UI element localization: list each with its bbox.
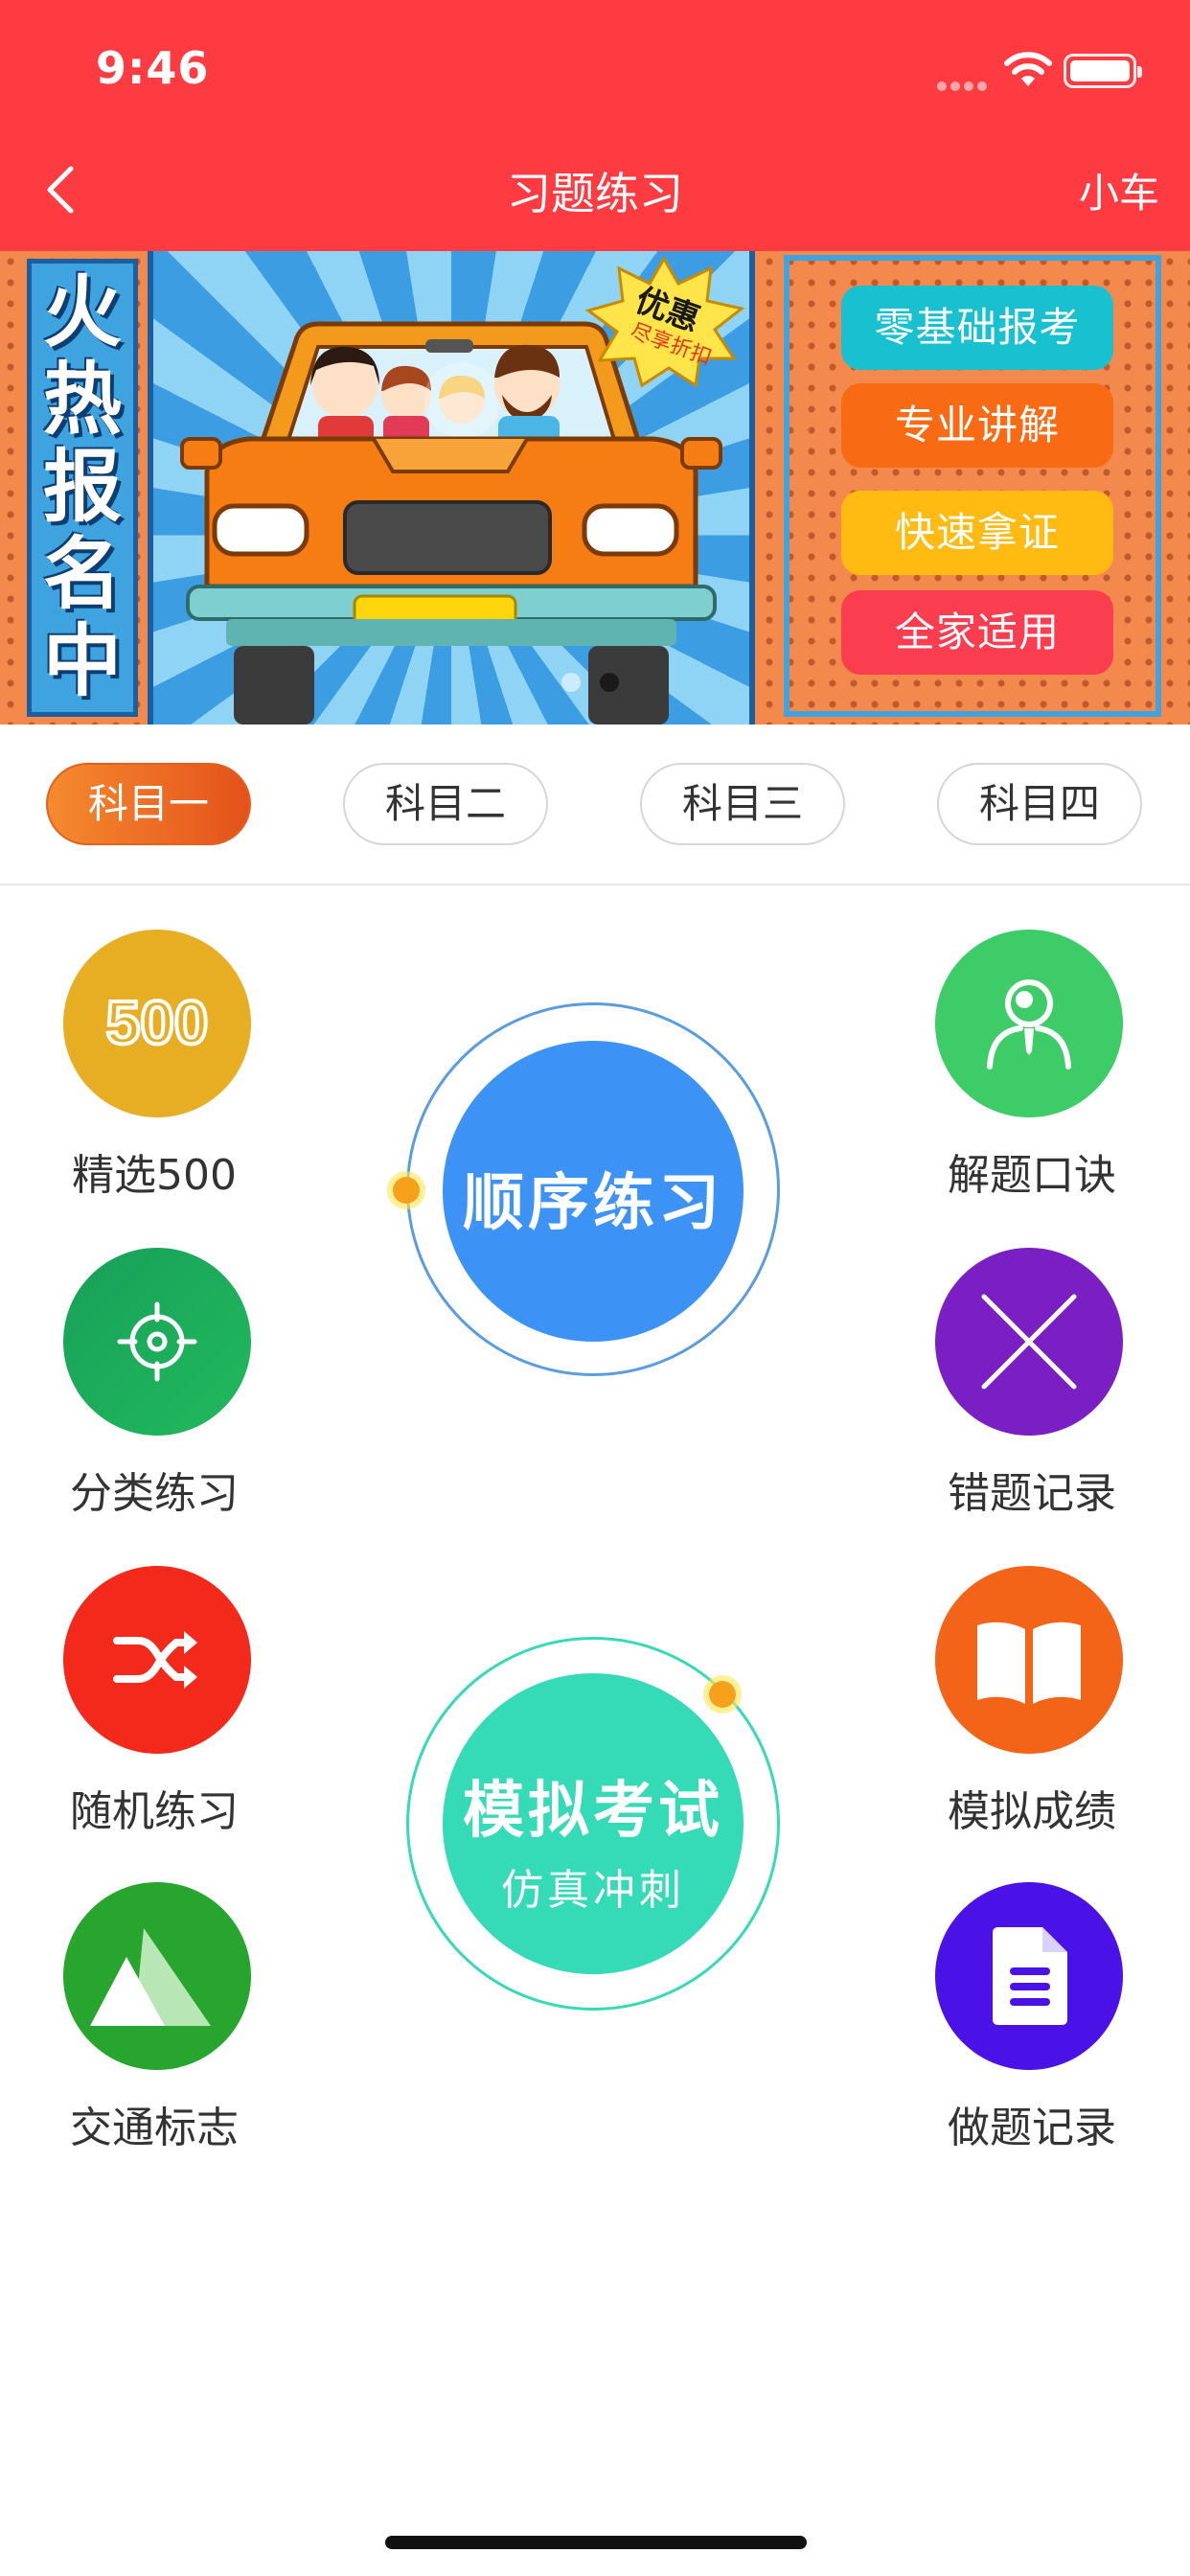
home-indicator[interactable]	[385, 2536, 807, 2549]
practice-history-item[interactable]: 做题记录	[0, 1882, 1123, 2170]
cross-icon	[935, 1248, 1123, 1436]
banner-tag: 零基础报考	[841, 286, 1113, 370]
sequential-practice-button[interactable]: 顺序练习	[443, 1041, 744, 1342]
item-label: 错题记录	[948, 1469, 1116, 1518]
subject-tabs: 科目一 科目二 科目三 科目四	[0, 724, 1190, 886]
tab-subject-1[interactable]: 科目一	[46, 763, 251, 845]
banner-tag: 快速拿证	[841, 491, 1113, 575]
tab-subject-2[interactable]: 科目二	[343, 763, 548, 845]
vehicle-type-button[interactable]: 小车	[1079, 161, 1159, 219]
discount-badge-icon: 优惠 尽享折扣	[584, 255, 745, 388]
person-icon	[935, 930, 1123, 1117]
tab-subject-3[interactable]: 科目三	[640, 763, 845, 845]
banner-tags: 零基础报考 专业讲解 快速拿证 全家适用	[784, 255, 1161, 717]
wrong-questions-item[interactable]: 错题记录	[0, 1248, 1123, 1535]
promo-banner[interactable]: 火 热 报 名 中 优惠 尽享折扣 零基础报考 专业讲解 快速拿证 全家适用	[0, 251, 1190, 724]
mock-scores-item[interactable]: 模拟成绩	[0, 1566, 1123, 1853]
slogan-char: 热	[42, 354, 122, 446]
battery-icon	[1064, 54, 1142, 88]
item-label: 做题记录	[948, 2104, 1116, 2152]
ring-dot-icon	[709, 1681, 736, 1708]
mock-exam-button[interactable]: 模拟考试 仿真冲刺	[443, 1673, 744, 1974]
banner-tag: 全家适用	[841, 590, 1113, 675]
banner-tag: 专业讲解	[841, 383, 1113, 468]
slogan-char: 名	[42, 529, 122, 621]
tab-subject-4[interactable]: 科目四	[937, 763, 1142, 845]
item-label: 模拟成绩	[948, 1787, 1116, 1836]
solving-tips-item[interactable]: 解题口诀	[0, 930, 1123, 1217]
top-bar: 9:46 习题练习 小车	[0, 0, 1190, 251]
page-dot[interactable]	[561, 673, 581, 692]
page-dot-active[interactable]	[600, 673, 619, 692]
item-label: 解题口诀	[948, 1151, 1116, 1200]
mock-exam-sublabel: 仿真冲刺	[501, 1866, 685, 1915]
cellular-signal-icon	[937, 77, 991, 91]
mock-exam-label: 模拟考试	[463, 1776, 723, 1847]
banner-vertical-slogan: 火 热 报 名 中	[27, 259, 138, 717]
wifi-icon	[1004, 52, 1052, 86]
document-icon	[935, 1882, 1123, 2070]
slogan-char: 火	[42, 266, 122, 358]
page-title: 习题练习	[507, 168, 683, 219]
status-time: 9:46	[96, 42, 210, 94]
slogan-char: 中	[42, 616, 122, 708]
banner-page-indicator[interactable]	[561, 673, 619, 692]
slogan-char: 报	[42, 441, 122, 533]
book-icon	[935, 1566, 1123, 1754]
sequential-practice-label: 顺序练习	[463, 1168, 723, 1239]
ring-dot-icon	[393, 1177, 420, 1204]
